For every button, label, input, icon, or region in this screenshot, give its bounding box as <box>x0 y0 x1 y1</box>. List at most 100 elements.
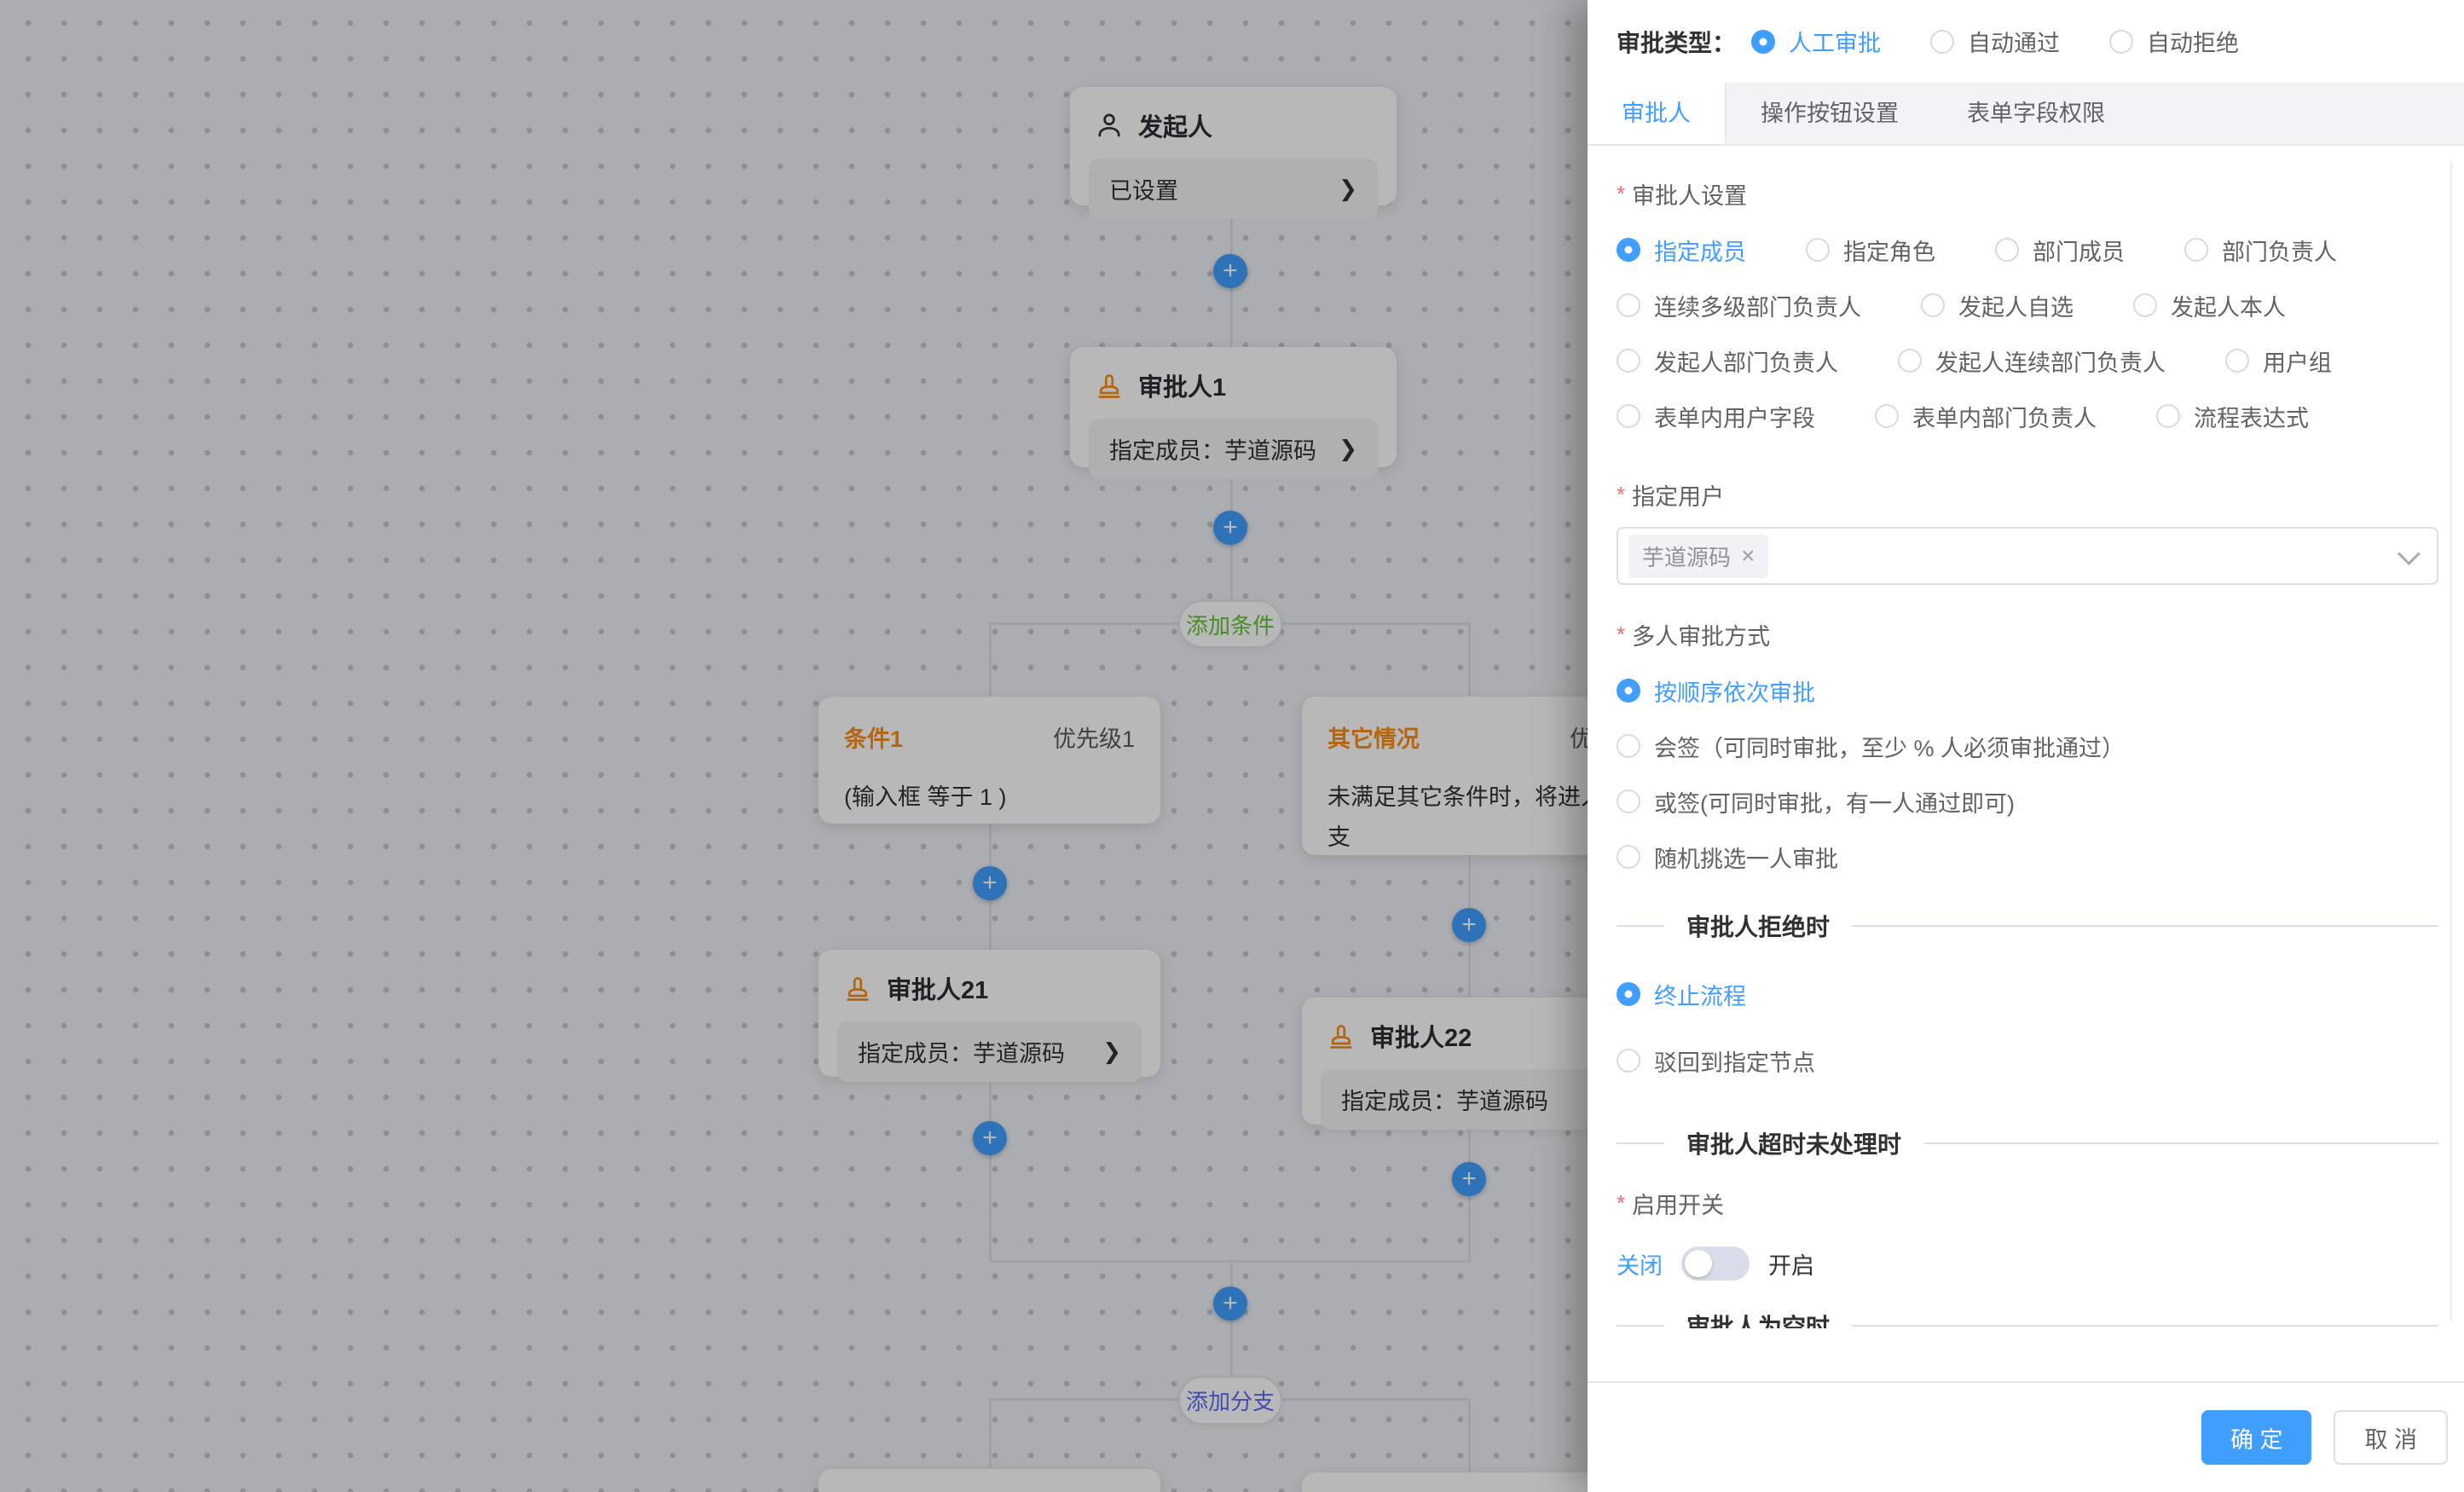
section-title: 审批人为空时 <box>1664 1309 1852 1328</box>
enable-switch-label: * 启用开关 <box>1617 1188 2438 1218</box>
radio-return-to-node[interactable]: 驳回到指定节点 <box>1617 1045 2438 1076</box>
cancel-button[interactable]: 取 消 <box>2334 1410 2448 1465</box>
required-mark: * <box>1617 482 1625 508</box>
chevron-down-icon <box>2397 542 2421 565</box>
field-label: 启用开关 <box>1632 1187 1724 1220</box>
approver-setting-options: 指定成员 指定角色 部门成员 部门负责人 连续多级部门负责人 发起人自选 发起人… <box>1617 234 2438 431</box>
divider-line <box>1852 925 2438 927</box>
radio-icon <box>1875 404 1899 428</box>
close-icon[interactable]: × <box>1741 542 1755 570</box>
approval-type-label: 审批类型： <box>1617 25 1736 59</box>
divider-line <box>1617 1325 1664 1327</box>
radio-initiator-dept-leader[interactable]: 发起人部门负责人 <box>1617 345 1838 376</box>
radio-label: 或签(可同时审批，有一人通过即可) <box>1654 785 2015 818</box>
radio-assign-role[interactable]: 指定角色 <box>1806 234 1935 265</box>
timeout-section-divider: 审批人超时未处理时 <box>1617 1128 2438 1159</box>
radio-row: 表单内用户字段 表单内部门负责人 流程表达式 <box>1617 401 2438 431</box>
radio-initiator-choose[interactable]: 发起人自选 <box>1921 290 2074 321</box>
tab-approver[interactable]: 审批人 <box>1588 83 1727 144</box>
radio-icon <box>1617 982 1640 1006</box>
switch-on-label: 开启 <box>1768 1247 1814 1281</box>
radio-label: 部门负责人 <box>2222 234 2337 267</box>
scroll-track[interactable] <box>2450 162 2452 1321</box>
radio-icon <box>1617 404 1640 428</box>
assign-user-select[interactable]: 芋道源码 × <box>1617 527 2438 585</box>
radio-label: 发起人部门负责人 <box>1654 344 1838 378</box>
required-mark: * <box>1617 622 1625 648</box>
radio-initiator-self[interactable]: 发起人本人 <box>2133 290 2286 321</box>
multi-mode-options: 按顺序依次审批 会签（可同时审批，至少 % 人必须审批通过） 或签(可同时审批，… <box>1617 675 2438 872</box>
toggle-knob <box>1685 1250 1712 1277</box>
radio-terminate-process[interactable]: 终止流程 <box>1617 979 2438 1009</box>
radio-sequential-approval[interactable]: 按顺序依次审批 <box>1617 675 2438 706</box>
radio-manual-approval[interactable]: 人工审批 <box>1751 26 1881 57</box>
assign-user-label: * 指定用户 <box>1617 479 2438 510</box>
empty-section-divider: 审批人为空时 <box>1617 1310 2438 1328</box>
approver-setting-label: * 审批人设置 <box>1617 178 2438 209</box>
radio-icon <box>2225 349 2249 373</box>
switch-off-label: 关闭 <box>1617 1247 1663 1281</box>
radio-initiator-multi-dept-leader[interactable]: 发起人连续部门负责人 <box>1898 345 2166 376</box>
section-title: 审批人拒绝时 <box>1664 909 1852 943</box>
divider-line <box>1617 925 1664 927</box>
radio-label: 指定角色 <box>1843 234 1935 267</box>
divider-line <box>1852 1325 2438 1327</box>
radio-icon <box>1921 293 1945 317</box>
user-tag: 芋道源码 × <box>1628 535 1768 578</box>
field-label: 多人审批方式 <box>1632 618 1770 651</box>
radio-assign-member[interactable]: 指定成员 <box>1617 234 1746 265</box>
radio-dept-leader[interactable]: 部门负责人 <box>2184 234 2337 265</box>
radio-process-expression[interactable]: 流程表达式 <box>2156 401 2309 431</box>
tab-field-permissions[interactable]: 表单字段权限 <box>1933 83 2139 144</box>
radio-label: 人工审批 <box>1789 25 1881 58</box>
radio-label: 终止流程 <box>1654 978 1746 1011</box>
radio-form-dept-leader[interactable]: 表单内部门负责人 <box>1875 401 2097 431</box>
radio-auto-reject[interactable]: 自动拒绝 <box>2109 26 2239 57</box>
radio-auto-approve[interactable]: 自动通过 <box>1930 26 2060 57</box>
multi-mode-label: * 多人审批方式 <box>1617 619 2438 650</box>
radio-label: 流程表达式 <box>2194 400 2309 433</box>
radio-icon <box>1751 30 1775 54</box>
radio-label: 驳回到指定节点 <box>1654 1044 1815 1078</box>
radio-label: 发起人连续部门负责人 <box>1935 344 2166 378</box>
radio-dept-member[interactable]: 部门成员 <box>1995 234 2125 265</box>
radio-user-group[interactable]: 用户组 <box>2225 345 2332 376</box>
tabs-filler <box>2139 83 2464 144</box>
radio-label: 会签（可同时审批，至少 % 人必须审批通过） <box>1654 730 2125 763</box>
radio-icon <box>1617 734 1640 758</box>
radio-or-sign[interactable]: 或签(可同时审批，有一人通过即可) <box>1617 786 2438 817</box>
reject-options: 终止流程 驳回到指定节点 <box>1617 979 2438 1076</box>
radio-countersign[interactable]: 会签（可同时审批，至少 % 人必须审批通过） <box>1617 731 2438 761</box>
user-tag-label: 芋道源码 <box>1642 541 1731 572</box>
radio-icon <box>2156 404 2180 428</box>
radio-icon <box>2109 30 2133 54</box>
radio-label: 发起人本人 <box>2171 289 2286 322</box>
approval-type-row: 审批类型： 人工审批 自动通过 自动拒绝 <box>1588 0 2464 83</box>
divider-line <box>1923 1142 2438 1144</box>
radio-form-user-field[interactable]: 表单内用户字段 <box>1617 401 1815 431</box>
radio-icon <box>1898 349 1922 373</box>
radio-multi-level-dept-leader[interactable]: 连续多级部门负责人 <box>1617 290 1861 321</box>
radio-label: 部门成员 <box>2033 234 2125 267</box>
drawer-tabs: 审批人 操作按钮设置 表单字段权限 <box>1588 83 2464 146</box>
radio-icon <box>1995 238 2019 262</box>
radio-row: 发起人部门负责人 发起人连续部门负责人 用户组 <box>1617 345 2438 376</box>
reject-section-divider: 审批人拒绝时 <box>1617 911 2438 941</box>
timeout-toggle[interactable] <box>1681 1246 1750 1281</box>
radio-icon <box>1617 349 1640 373</box>
required-mark: * <box>1617 1190 1625 1217</box>
radio-icon <box>1617 679 1640 703</box>
divider-line <box>1617 1142 1664 1144</box>
bpm-designer-screen: 发起人 已设置 ❯ 审批人1 指定成员：芋道源码 ❯ 条件1 优先级1 <box>0 0 2464 1492</box>
radio-icon <box>2133 293 2157 317</box>
tab-button-settings[interactable]: 操作按钮设置 <box>1727 83 1933 144</box>
radio-random-one[interactable]: 随机挑选一人审批 <box>1617 841 2438 872</box>
radio-row: 指定成员 指定角色 部门成员 部门负责人 <box>1617 234 2438 265</box>
radio-icon <box>1930 30 1954 54</box>
confirm-button[interactable]: 确 定 <box>2201 1410 2312 1465</box>
drawer-footer: 确 定 取 消 <box>1588 1381 2464 1492</box>
radio-label: 表单内用户字段 <box>1654 400 1815 433</box>
radio-icon <box>1617 1049 1640 1073</box>
field-label: 指定用户 <box>1632 478 1724 512</box>
radio-label: 自动拒绝 <box>2147 25 2239 58</box>
